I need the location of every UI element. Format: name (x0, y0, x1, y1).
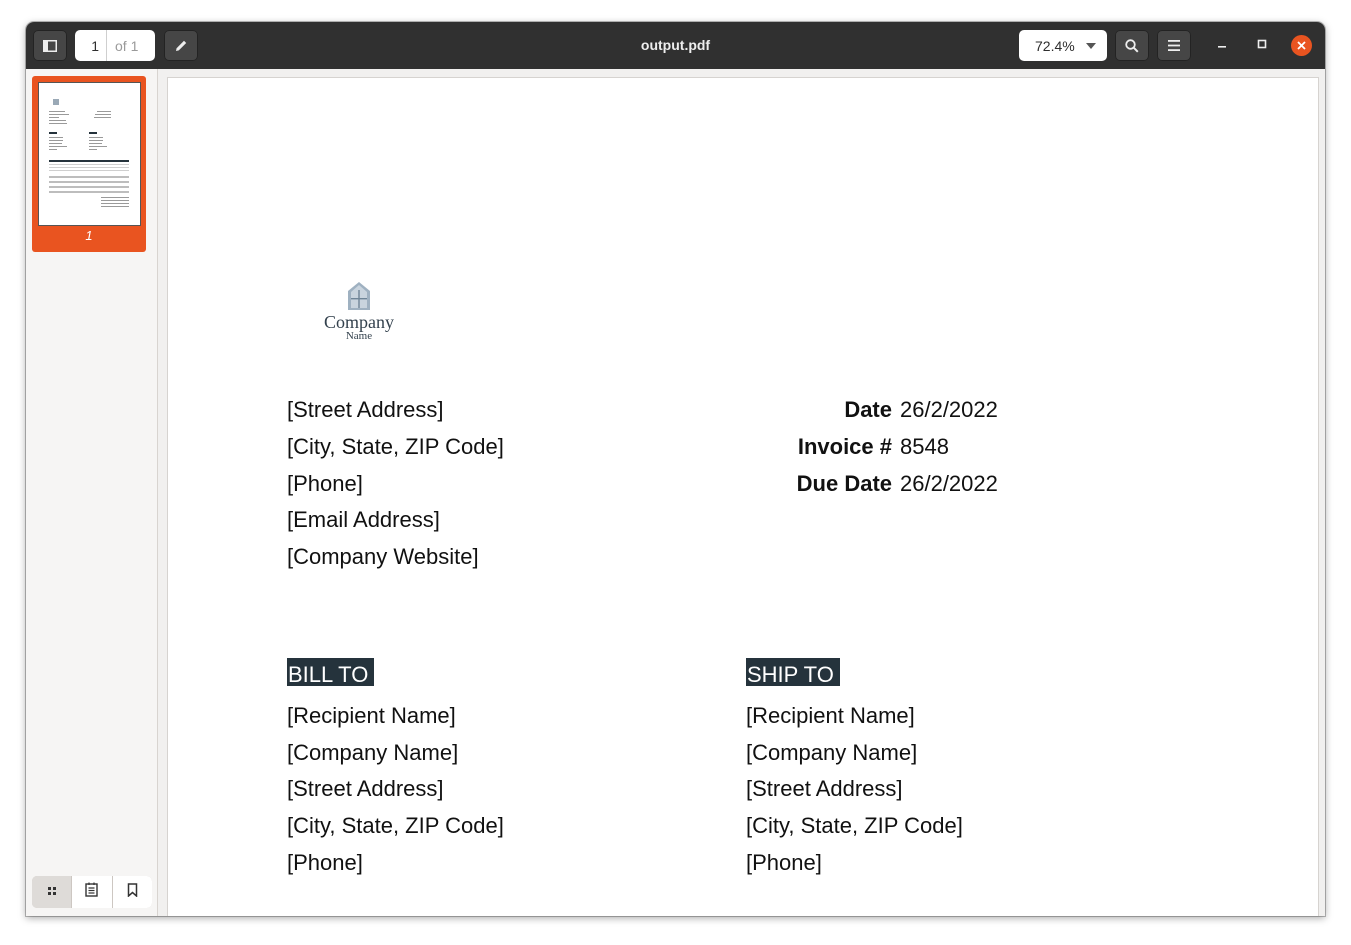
bill-to-phone: [Phone] (287, 850, 363, 875)
bookmarks-view-button[interactable] (112, 876, 152, 908)
ship-to-phone: [Phone] (746, 850, 822, 875)
zoom-selector[interactable]: 72.4% (1019, 30, 1107, 61)
thumbnail-page-number: 1 (85, 228, 93, 243)
logo-icon (53, 99, 59, 105)
maximize-button[interactable] (1252, 35, 1272, 55)
company-logo: Company Name (314, 281, 404, 351)
minimize-button[interactable] (1212, 35, 1232, 55)
logo-company-word: Company (324, 312, 394, 332)
close-icon (1297, 37, 1306, 55)
invoice-number-label: Invoice # (797, 434, 892, 459)
document-view[interactable]: Company Name [Street Address] [City, Sta… (158, 69, 1325, 916)
page-total-label: of 1 (107, 30, 155, 61)
sidebar-icon (43, 39, 57, 52)
invoice-number-value: 8548 (900, 434, 949, 459)
bookmark-icon (127, 882, 138, 902)
annotations-view-button[interactable] (72, 876, 113, 908)
pencil-icon (175, 39, 188, 52)
sender-city: [City, State, ZIP Code] (287, 434, 504, 459)
sender-street: [Street Address] (287, 397, 444, 422)
close-button[interactable] (1291, 35, 1312, 56)
bill-to-company: [Company Name] (287, 740, 459, 765)
due-date-label: Due Date (796, 471, 892, 496)
minimize-icon (1217, 36, 1227, 54)
page-thumbnail[interactable]: 1 (32, 76, 146, 252)
ship-to-city: [City, State, ZIP Code] (746, 813, 963, 838)
date-value: 26/2/2022 (900, 397, 998, 422)
thumbnail-sidebar: 1 (26, 69, 158, 916)
grid-icon (47, 883, 57, 901)
sender-phone: [Phone] (287, 471, 363, 496)
ship-to-company: [Company Name] (746, 740, 918, 765)
page-number-entry[interactable]: 1 of 1 (75, 30, 155, 61)
search-button[interactable] (1115, 30, 1149, 61)
bill-to-city: [City, State, ZIP Code] (287, 813, 504, 838)
ship-to-recipient: [Recipient Name] (746, 703, 915, 728)
header-bar: 1 of 1 output.pdf 72.4% (26, 22, 1325, 70)
maximize-icon (1257, 36, 1267, 54)
sender-email: [Email Address] (287, 507, 440, 532)
ship-to-heading: SHIP TO (746, 658, 840, 686)
search-icon (1125, 38, 1139, 53)
ship-to-street: [Street Address] (746, 776, 903, 801)
main-menu-button[interactable] (1157, 30, 1191, 61)
logo-name-word: Name (345, 330, 373, 342)
thumbnails-view-button[interactable] (32, 876, 73, 908)
date-label: Date (844, 397, 892, 422)
building-icon (314, 281, 404, 313)
sidebar-view-switcher (32, 876, 152, 908)
due-date-value: 26/2/2022 (900, 471, 998, 496)
current-page-input[interactable]: 1 (75, 30, 107, 61)
hamburger-menu-icon (1168, 40, 1180, 51)
sender-website: [Company Website] (287, 544, 479, 569)
bill-to-street: [Street Address] (287, 776, 444, 801)
sidebar-toggle-button[interactable] (33, 30, 67, 61)
annotate-button[interactable] (164, 30, 198, 61)
bill-to-heading: BILL TO (287, 658, 374, 686)
chevron-down-icon (1086, 43, 1096, 49)
pdf-page: Company Name [Street Address] [City, Sta… (168, 78, 1318, 916)
bill-to-recipient: [Recipient Name] (287, 703, 456, 728)
zoom-value: 72.4% (1035, 37, 1075, 54)
document-viewer-window: 1 of 1 output.pdf 72.4% 1 Company Name [… (26, 22, 1325, 916)
notes-icon (85, 882, 99, 902)
thumbnail-preview (38, 82, 141, 226)
